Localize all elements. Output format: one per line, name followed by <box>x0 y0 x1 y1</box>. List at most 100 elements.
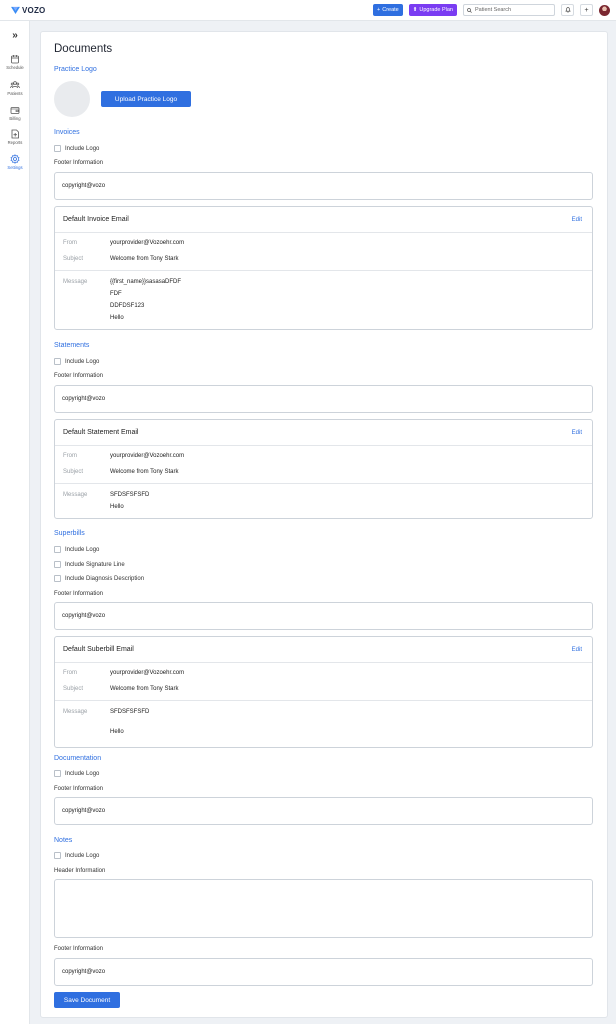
documentation-footer-input[interactable]: copyright@vozo <box>54 797 593 825</box>
input-value: copyright@vozo <box>62 183 106 189</box>
upgrade-label: Upgrade Plan <box>419 7 453 13</box>
checkbox-label: Include Logo <box>65 546 100 553</box>
email-title: Default Suberbill Email <box>63 646 134 653</box>
patient-search-input[interactable]: Patient Search <box>463 4 555 16</box>
search-icon <box>467 7 472 13</box>
documentation-include-logo-checkbox[interactable] <box>54 770 61 777</box>
top-bar: VOZO + Create ⬆ Upgrade Plan Patient Sea… <box>0 0 616 21</box>
email-header: Default Statement Email Edit <box>55 420 592 446</box>
default-superbill-email-box: Default Suberbill Email Edit From yourpr… <box>54 636 593 748</box>
email-title: Default Invoice Email <box>63 216 129 223</box>
create-label: Create <box>382 7 399 13</box>
message-line: Hello <box>110 504 124 510</box>
divider <box>55 700 592 701</box>
statements-footer-input[interactable]: copyright@vozo <box>54 385 593 413</box>
report-icon <box>11 129 19 139</box>
gear-icon <box>10 154 20 164</box>
upgrade-plan-button[interactable]: ⬆ Upgrade Plan <box>408 4 457 16</box>
superbills-include-logo-row[interactable]: Include Logo <box>54 546 99 553</box>
checkbox-label: Include Diagnosis Description <box>65 575 145 582</box>
subject-label: Subject <box>63 469 84 475</box>
brand-logo[interactable]: VOZO <box>11 6 45 15</box>
arrow-up-icon: ⬆ <box>412 7 418 13</box>
subject-label: Subject <box>63 256 84 262</box>
documents-card: Documents Practice Logo Upload Practice … <box>40 31 608 1018</box>
plus-icon: + <box>377 7 381 13</box>
superbills-include-signature-row[interactable]: Include Signature Line <box>54 561 125 568</box>
from-value: yourprovider@Vozoehr.com <box>110 670 185 676</box>
subject-label: Subject <box>63 686 84 692</box>
statements-title: Statements <box>54 342 90 349</box>
message-line: Hello <box>110 315 124 321</box>
edit-superbill-email-link[interactable]: Edit <box>572 647 582 653</box>
sidebar-item-label: Settings <box>7 165 23 170</box>
checkbox-label: Include Logo <box>65 852 100 859</box>
subject-value: Welcome from Tony Stark <box>110 256 179 262</box>
statements-include-logo-row[interactable]: Include Logo <box>54 358 99 365</box>
sidebar-item-schedule[interactable]: Schedule <box>0 54 30 70</box>
from-label: From <box>63 240 77 246</box>
save-document-button[interactable]: Save Document <box>54 992 120 1008</box>
message-line: Hello <box>110 729 124 735</box>
sidebar-item-label: Schedule <box>6 65 24 70</box>
checkbox-label: Include Logo <box>65 770 100 777</box>
invoices-include-logo-row[interactable]: Include Logo <box>54 145 99 152</box>
superbills-footer-label: Footer Information <box>54 591 104 597</box>
notes-header-textarea[interactable] <box>54 879 593 938</box>
from-value: yourprovider@Vozoehr.com <box>110 240 185 246</box>
default-invoice-email-box: Default Invoice Email Edit From yourprov… <box>54 206 593 330</box>
input-value: copyright@vozo <box>62 613 106 619</box>
superbills-include-diagnosis-checkbox[interactable] <box>54 575 61 582</box>
page-title: Documents <box>54 43 113 55</box>
sidebar-item-billing[interactable]: Billing <box>0 105 30 121</box>
sidebar-item-patients[interactable]: Patients <box>0 80 30 96</box>
documentation-include-logo-row[interactable]: Include Logo <box>54 770 99 777</box>
invoices-footer-input[interactable]: copyright@vozo <box>54 172 593 200</box>
superbills-include-diagnosis-row[interactable]: Include Diagnosis Description <box>54 575 144 582</box>
message-line: SFDSFSFSFD <box>110 709 150 715</box>
from-label: From <box>63 453 77 459</box>
wallet-icon <box>10 107 20 114</box>
plus-icon: + <box>584 6 589 14</box>
brand-name: VOZO <box>22 5 46 15</box>
add-button[interactable]: + <box>580 4 593 16</box>
superbills-footer-input[interactable]: copyright@vozo <box>54 602 593 630</box>
sidebar-item-reports[interactable]: Reports <box>0 129 30 145</box>
upload-practice-logo-button[interactable]: Upload Practice Logo <box>101 91 191 107</box>
message-line: DDFDSF123 <box>110 303 145 309</box>
divider <box>55 270 592 271</box>
documentation-title: Documentation <box>54 755 102 762</box>
superbills-include-logo-checkbox[interactable] <box>54 546 61 553</box>
email-header: Default Invoice Email Edit <box>55 207 592 233</box>
practice-logo-placeholder <box>54 81 90 117</box>
sidebar-item-label: Patients <box>7 91 23 96</box>
documentation-footer-label: Footer Information <box>54 786 104 792</box>
statements-include-logo-checkbox[interactable] <box>54 358 61 365</box>
checkbox-label: Include Logo <box>65 145 100 152</box>
input-value: copyright@vozo <box>62 808 106 814</box>
notes-header-label: Header Information <box>54 868 106 874</box>
sidebar-item-settings[interactable]: Settings <box>0 154 30 170</box>
sidebar-item-label: Reports <box>7 140 23 145</box>
practice-logo-title: Practice Logo <box>54 66 97 73</box>
edit-statement-email-link[interactable]: Edit <box>572 430 582 436</box>
create-button[interactable]: + Create <box>373 4 403 16</box>
checkbox-label: Include Logo <box>65 358 100 365</box>
statements-footer-label: Footer Information <box>54 373 104 379</box>
notes-include-logo-checkbox[interactable] <box>54 852 61 859</box>
edit-invoice-email-link[interactable]: Edit <box>572 217 582 223</box>
superbills-include-signature-checkbox[interactable] <box>54 561 61 568</box>
invoices-include-logo-checkbox[interactable] <box>54 145 61 152</box>
user-avatar[interactable] <box>599 4 610 16</box>
notifications-button[interactable] <box>561 4 574 16</box>
message-line: SFDSFSFSFD <box>110 492 150 498</box>
message-label: Message <box>63 279 88 285</box>
notes-footer-input[interactable]: copyright@vozo <box>54 958 593 986</box>
subject-value: Welcome from Tony Stark <box>110 686 179 692</box>
search-placeholder: Patient Search <box>475 7 512 13</box>
invoices-title: Invoices <box>54 129 80 136</box>
calendar-icon <box>11 55 19 64</box>
expand-sidebar-icon[interactable]: » <box>0 30 30 41</box>
checkbox-label: Include Signature Line <box>65 561 125 568</box>
notes-include-logo-row[interactable]: Include Logo <box>54 852 99 859</box>
